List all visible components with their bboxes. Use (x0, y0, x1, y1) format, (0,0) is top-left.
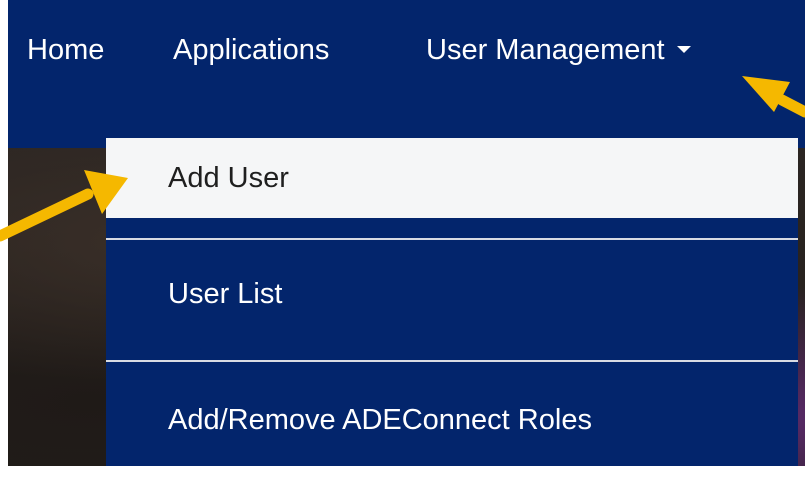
menu-item-user-list-label: User List (168, 278, 283, 310)
user-management-dropdown: Add User User List Add/Remove ADEConnect… (106, 112, 798, 466)
menu-item-add-remove-roles[interactable]: Add/Remove ADEConnect Roles (106, 362, 798, 466)
menu-item-add-remove-roles-label: Add/Remove ADEConnect Roles (168, 404, 592, 436)
menu-item-add-user-label: Add User (168, 162, 289, 194)
caret-down-icon (676, 45, 691, 53)
nav-user-management-label: User Management (426, 34, 665, 66)
menu-item-add-user[interactable]: Add User (106, 138, 798, 218)
nav-applications[interactable]: Applications (173, 30, 329, 70)
nav-home[interactable]: Home (27, 30, 104, 70)
screenshot-frame: Home Applications User Management Add Us… (8, 0, 805, 466)
nav-user-management[interactable]: User Management (426, 30, 691, 70)
menu-item-user-list[interactable]: User List (106, 238, 798, 350)
